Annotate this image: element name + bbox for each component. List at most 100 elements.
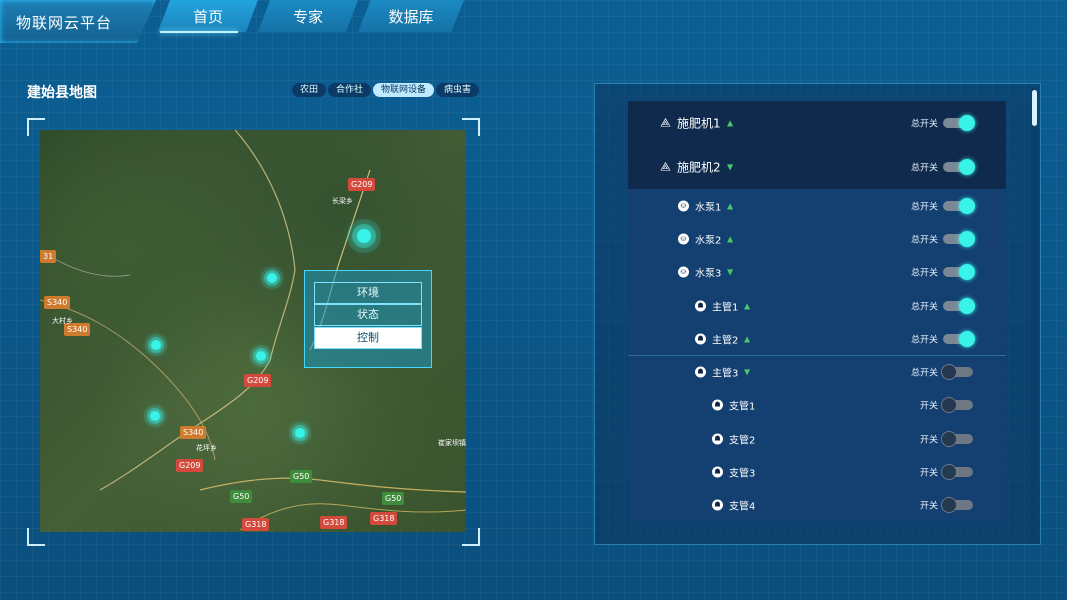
device-row[interactable]: ☗ 主管2 ▲ 总开关	[628, 322, 1006, 357]
road-label: S340	[180, 426, 207, 439]
device-marker[interactable]	[151, 340, 161, 350]
device-list: ⟁ 施肥机1 ▲ 总开关 ⟁ 施肥机2 ▼ 总开关 ⛀ 水泵1 ▲ 总开关 ⛀ 水泵2 ▲ 总开关 ⛀ 水泵3 ▼ 总…	[628, 101, 1006, 521]
power-toggle[interactable]	[943, 230, 975, 247]
device-marker[interactable]	[267, 273, 277, 283]
toggle-knob	[941, 464, 957, 481]
toggle-knob	[941, 497, 957, 514]
device-name: 施肥机1	[677, 116, 721, 131]
popup-option-environment[interactable]: 环境	[314, 282, 422, 304]
pump-icon: ⛀	[678, 233, 689, 245]
device-marker[interactable]	[150, 411, 160, 421]
device-row[interactable]: ☗ 支管4 开关	[628, 488, 1006, 521]
power-toggle[interactable]	[943, 197, 975, 214]
road-label: S340	[44, 296, 71, 309]
popup-option-status[interactable]: 状态	[314, 304, 422, 326]
pipe-icon: ☗	[712, 499, 723, 511]
device-row[interactable]: ☗ 主管1 ▲ 总开关	[628, 288, 1006, 324]
switch-label: 开关	[919, 501, 938, 512]
nav-tab-label: 数据库	[388, 7, 434, 26]
device-row[interactable]: ☗ 支管3 开关	[628, 455, 1006, 490]
device-row[interactable]: ⟁ 施肥机1 ▲ 总开关	[628, 101, 1006, 146]
fertilizer-icon: ⟁	[660, 115, 671, 130]
collapse-arrow-icon[interactable]: ▲	[744, 334, 750, 343]
pipe-icon: ☗	[712, 466, 723, 478]
device-row[interactable]: ☗ 主管3 ▼ 总开关	[628, 355, 1006, 390]
device-name: 主管1	[712, 302, 739, 314]
device-name: 支管2	[729, 435, 756, 447]
device-marker-selected[interactable]	[357, 229, 371, 243]
pipe-icon: ☗	[695, 333, 706, 345]
power-toggle[interactable]	[943, 115, 975, 131]
pipe-icon: ☗	[695, 300, 706, 312]
switch-label: 总开关	[910, 302, 938, 313]
device-marker[interactable]	[295, 428, 305, 438]
switch-label: 开关	[919, 435, 938, 446]
switch-label: 总开关	[910, 202, 938, 213]
switch-label: 总开关	[910, 235, 938, 246]
switch-label: 总开关	[910, 163, 938, 174]
power-toggle[interactable]	[941, 430, 973, 447]
popup-option-control[interactable]: 控制	[314, 327, 422, 349]
power-toggle[interactable]	[943, 297, 975, 314]
road-label: G318	[370, 512, 398, 525]
expand-arrow-icon[interactable]: ▼	[727, 268, 733, 277]
collapse-arrow-icon[interactable]: ▲	[744, 301, 750, 310]
power-toggle[interactable]	[943, 264, 975, 281]
chip-pest[interactable]: 病虫害	[436, 83, 480, 97]
device-name: 施肥机2	[677, 160, 721, 175]
device-marker[interactable]	[256, 351, 266, 361]
chip-cooperative[interactable]: 合作社	[328, 83, 372, 97]
place-label: 花坪乡	[196, 444, 217, 452]
device-name: 主管3	[712, 368, 739, 380]
power-toggle[interactable]	[941, 397, 973, 414]
power-toggle[interactable]	[943, 330, 975, 347]
device-row[interactable]: ☗ 支管2 开关	[628, 422, 1006, 457]
toggle-knob	[959, 330, 975, 347]
device-row[interactable]: ⛀ 水泵2 ▲ 总开关	[628, 222, 1006, 257]
device-row[interactable]: ☗ 支管1 开关	[628, 388, 1006, 424]
switch-label: 总开关	[910, 119, 938, 130]
switch-label: 开关	[919, 401, 938, 412]
device-name: 支管4	[729, 501, 756, 513]
panel-scrollbar[interactable]	[1031, 88, 1038, 543]
place-label: 崔家坝镇	[438, 439, 466, 447]
toggle-knob	[959, 159, 975, 175]
power-toggle[interactable]	[941, 364, 973, 381]
nav-tab-expert[interactable]: 专家	[258, 0, 358, 32]
place-label: 长梁乡	[332, 197, 353, 205]
toggle-knob	[941, 430, 957, 447]
device-row[interactable]: ⛀ 水泵1 ▲ 总开关	[628, 189, 1006, 224]
fertilizer-icon: ⟁	[660, 159, 671, 174]
pump-icon: ⛀	[678, 266, 689, 278]
switch-label: 总开关	[910, 368, 938, 379]
nav-tab-database[interactable]: 数据库	[358, 0, 464, 32]
toggle-knob	[959, 264, 975, 281]
collapse-arrow-icon[interactable]: ▲	[727, 201, 733, 210]
toggle-knob	[959, 297, 975, 314]
expand-arrow-icon[interactable]: ▼	[744, 368, 750, 377]
device-name: 水泵3	[695, 268, 722, 280]
nav-tab-home[interactable]: 首页	[158, 0, 258, 32]
chip-iot-device[interactable]: 物联网设备	[373, 83, 435, 97]
road-label: G209	[348, 178, 376, 191]
device-name: 支管3	[729, 468, 756, 480]
device-name: 主管2	[712, 335, 739, 347]
chip-farmland[interactable]: 农田	[292, 83, 327, 97]
device-name: 水泵2	[695, 235, 722, 247]
nav-active-indicator	[160, 31, 238, 33]
pump-icon: ⛀	[678, 200, 689, 212]
device-row[interactable]: ⟁ 施肥机2 ▼ 总开关	[628, 145, 1006, 190]
road-label: G209	[176, 459, 204, 472]
power-toggle[interactable]	[941, 464, 973, 481]
collapse-arrow-icon[interactable]: ▲	[727, 234, 733, 243]
expand-arrow-icon[interactable]: ▼	[727, 163, 733, 172]
road-label: G209	[244, 374, 272, 387]
app-brand: 物联网云平台	[0, 0, 156, 43]
switch-label: 总开关	[910, 335, 938, 346]
power-toggle[interactable]	[943, 159, 975, 175]
device-row[interactable]: ⛀ 水泵3 ▼ 总开关	[628, 255, 1006, 290]
switch-label: 开关	[919, 468, 938, 479]
collapse-arrow-icon[interactable]: ▲	[727, 119, 733, 128]
power-toggle[interactable]	[941, 497, 973, 514]
panel-scrollbar-thumb[interactable]	[1032, 90, 1037, 126]
